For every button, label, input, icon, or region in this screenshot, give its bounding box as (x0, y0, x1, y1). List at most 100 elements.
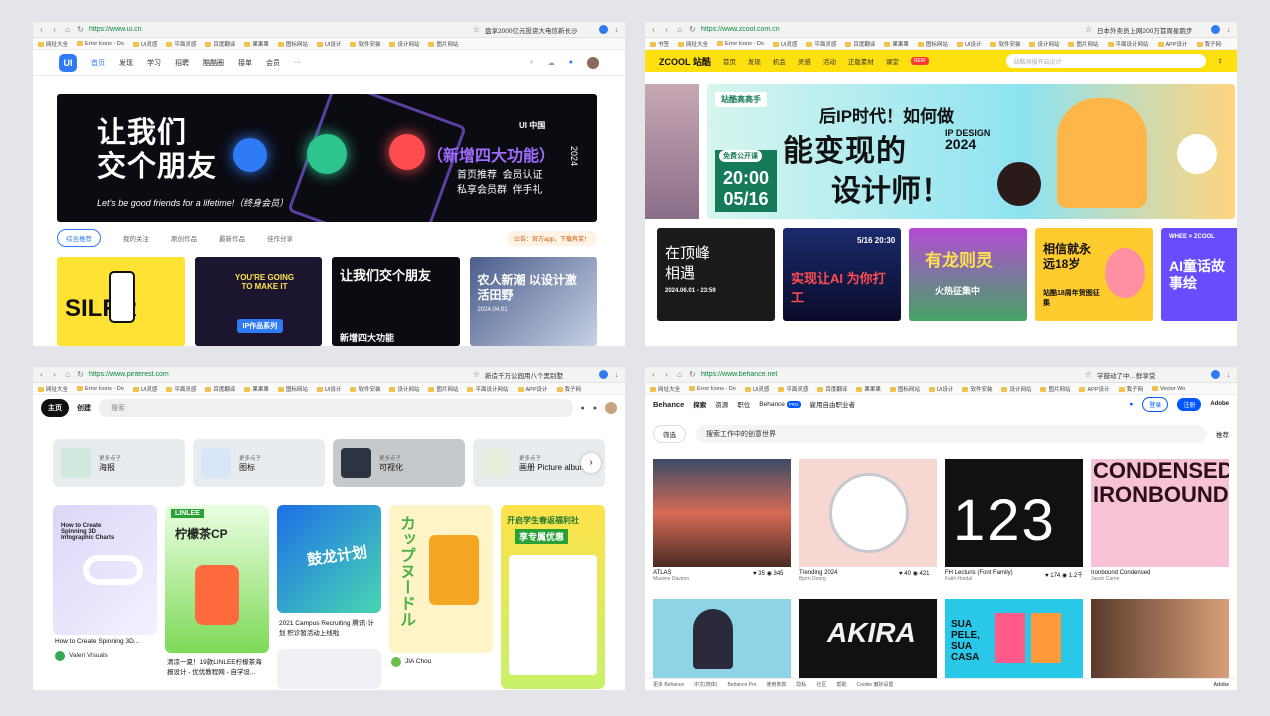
pin-title[interactable]: 2021 Campus Recruiting 腾讯·计划 积诊暂活动上线啦 (279, 617, 379, 637)
pin[interactable]: How to Create Spinning 3D Infographic Ch… (53, 505, 157, 635)
bookmark[interactable]: 软件安装 (350, 40, 380, 48)
bookmark[interactable]: Vector Wo (1152, 386, 1185, 392)
nav-opportunity[interactable]: 机会 (773, 56, 786, 66)
tab-recommended[interactable]: 综合推荐 (57, 229, 101, 247)
footer-link[interactable]: 隐私 (796, 681, 806, 688)
pin-title[interactable]: How to Create Spinning 3D... (55, 638, 159, 645)
bookmark[interactable]: UI设计 (317, 385, 342, 393)
bell-icon[interactable]: ● (1129, 401, 1133, 408)
search-input[interactable]: 搜索 (99, 399, 573, 417)
nav-events[interactable]: 活动 (823, 56, 836, 66)
tab-featured[interactable]: 佳作分享 (267, 233, 293, 243)
extension-icon[interactable] (599, 25, 608, 34)
bookmark[interactable]: Error Icons - Do (77, 41, 124, 47)
bookmark[interactable]: 平面灵感 (166, 40, 196, 48)
project-thumbnail[interactable]: SUA PELE, SUA CASA (945, 599, 1083, 679)
bookmark[interactable]: 图片网站 (1040, 385, 1070, 393)
nav-behance-pro[interactable]: Behance PRO (759, 400, 801, 408)
nav-home[interactable]: 首页 (723, 56, 736, 66)
message-icon[interactable]: ● (593, 405, 597, 412)
bookmark[interactable]: 图标网站 (278, 40, 308, 48)
bookmark[interactable]: 图标网站 (890, 385, 920, 393)
avatar[interactable] (605, 402, 617, 414)
event-card[interactable]: 有龙则灵 火热征集中 (909, 228, 1027, 321)
zcool-logo[interactable]: ZCOOL 站酷 (659, 55, 711, 68)
footer-link[interactable]: 帮助 (836, 681, 846, 688)
project-thumbnail[interactable] (653, 459, 791, 567)
forward-icon[interactable]: › (662, 25, 671, 34)
work-card[interactable]: 让我们交个朋友 新增四大功能 (332, 257, 460, 346)
project-thumbnail[interactable] (653, 599, 791, 679)
bookmark[interactable]: 图片网站 (1068, 40, 1098, 48)
nav-create[interactable]: 创建 (77, 403, 91, 413)
bookmark[interactable]: 百度翻译 (205, 385, 235, 393)
nav-inspiration[interactable]: 灵感 (798, 56, 811, 66)
hot-news-link[interactable]: 学鼓动了中…鲜享受 (1097, 370, 1207, 380)
bookmark[interactable]: UI灵感 (133, 40, 158, 48)
pin-author[interactable]: JIA Chou (405, 658, 509, 665)
bookmark[interactable]: 平面设计网站 (467, 385, 508, 393)
star-icon[interactable]: ☆ (1084, 25, 1093, 34)
star-icon[interactable]: ☆ (472, 25, 481, 34)
pin[interactable] (277, 649, 381, 689)
pin[interactable]: 鼓龙计划 (277, 505, 381, 613)
pin[interactable]: 开启学生春返福利社 享专属优惠 (501, 505, 605, 689)
bookmark[interactable]: 平面灵感 (778, 385, 808, 393)
bookmark[interactable]: 网址大全 (38, 40, 68, 48)
nav-discover[interactable]: 发现 (119, 58, 133, 68)
nav-discover[interactable]: 发现 (748, 56, 761, 66)
bookmark[interactable]: 软件安装 (962, 385, 992, 393)
category-card[interactable]: 更多点子 图标 (193, 439, 325, 487)
bookmark[interactable]: 设计网站 (389, 40, 419, 48)
nav-jobs[interactable]: 招聘 (175, 58, 189, 68)
event-card[interactable]: WHEE × ZCOOL AI童话故事绘 (1161, 228, 1237, 321)
bookmark[interactable]: 百度翻译 (205, 40, 235, 48)
bookmark[interactable]: 平面灵感 (806, 40, 836, 48)
carousel-prev-slide[interactable] (645, 84, 699, 219)
bookmark[interactable]: UI灵感 (773, 40, 798, 48)
sort-select[interactable]: 推荐 (1216, 429, 1229, 439)
bell-icon[interactable]: ● (581, 405, 585, 412)
bookmark[interactable]: 我子网 (557, 385, 582, 393)
download-icon[interactable]: ↓ (1224, 25, 1233, 34)
bookmark[interactable]: 图标网站 (918, 40, 948, 48)
nav-assets[interactable]: 正版素材 (848, 56, 874, 66)
home-icon[interactable]: ⌂ (63, 370, 72, 379)
bookmark[interactable]: 图标网站 (278, 385, 308, 393)
forward-icon[interactable]: › (50, 25, 59, 34)
bookmark[interactable]: UI设计 (929, 385, 954, 393)
nav-home[interactable]: 首页 (91, 58, 105, 68)
work-card[interactable]: SILRR (57, 257, 185, 346)
bookmark[interactable]: 平面灵感 (166, 385, 196, 393)
bookmark[interactable]: 果果果 (244, 385, 269, 393)
bookmark[interactable]: 百度翻译 (817, 385, 847, 393)
bell-icon[interactable]: ● (569, 59, 573, 66)
bookmark[interactable]: 百度翻译 (845, 40, 875, 48)
adobe-logo[interactable]: Adobe (1213, 682, 1229, 688)
cloud-icon[interactable]: ☁ (548, 59, 555, 67)
bookmark[interactable]: 果果果 (856, 385, 881, 393)
bookmark[interactable]: APP设计 (518, 385, 548, 393)
bookmark[interactable]: 我子网 (1119, 385, 1144, 393)
refresh-icon[interactable]: ↻ (76, 370, 85, 379)
footer-link[interactable]: 更多 Behance (653, 681, 684, 688)
chevron-right-icon[interactable]: › (581, 453, 601, 473)
refresh-icon[interactable]: ↻ (76, 25, 85, 34)
bookmark[interactable]: 设计网站 (1001, 385, 1031, 393)
address-bar[interactable]: https://www.zcool.com.cn (701, 26, 871, 33)
refresh-icon[interactable]: ↻ (688, 370, 697, 379)
address-bar[interactable]: https://www.pinterest.com (89, 371, 259, 378)
project-thumbnail[interactable] (1091, 599, 1229, 679)
project-author[interactable]: Jason Carne (1091, 576, 1229, 582)
star-icon[interactable]: ☆ (1084, 370, 1093, 379)
work-card[interactable]: YOU'RE GOING TO MAKE IT IP作品系列 (194, 257, 322, 346)
nav-jobs[interactable]: 职位 (737, 399, 750, 409)
footer-link[interactable]: 社区 (816, 681, 826, 688)
bookmark[interactable]: Error Icons - Do (717, 41, 764, 47)
nav-class[interactable]: 课堂 (886, 56, 899, 66)
nav-assets[interactable]: 资源 (715, 399, 728, 409)
bookmark[interactable]: 网址大全 (678, 40, 708, 48)
bookmark[interactable]: UI灵感 (133, 385, 158, 393)
home-icon[interactable]: ⌂ (675, 370, 684, 379)
nav-circle[interactable]: 酷酷圈 (203, 58, 224, 68)
